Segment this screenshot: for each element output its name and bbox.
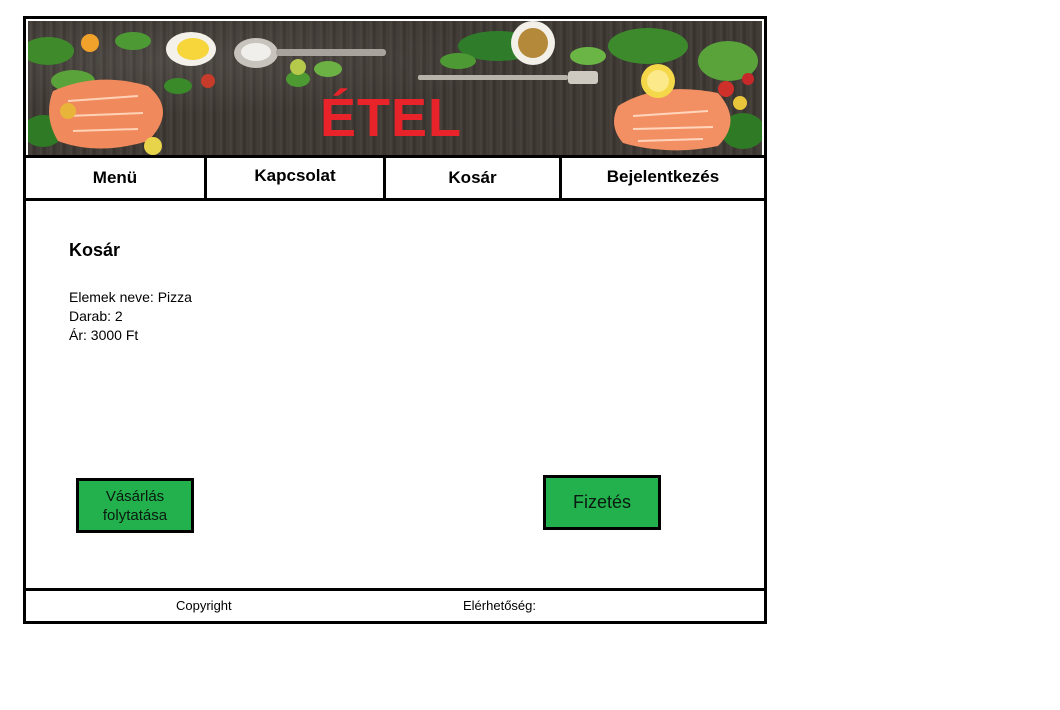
nav-item-menu[interactable]: Menü (26, 158, 207, 198)
checkout-button[interactable]: Fizetés (543, 475, 661, 530)
nav-item-login[interactable]: Bejelentkezés (562, 158, 764, 198)
continue-button-line2: folytatása (102, 506, 168, 524)
page-title: Kosár (69, 240, 121, 260)
footer-contact: Elérhetőség: (463, 598, 536, 613)
cart-item-name: Elemek neve: Pizza (69, 289, 192, 305)
banner-title: ÉTEL (320, 88, 463, 148)
continue-shopping-button[interactable]: Vásárlás folytatása (76, 478, 194, 533)
cart-item-quantity: Darab: 2 (69, 308, 123, 324)
nav-item-cart[interactable]: Kosár (386, 158, 562, 198)
cart-item-price: Ár: 3000 Ft (69, 327, 139, 343)
page-frame: ÉTEL Menü Kapcsolat Kosár Bejelentkezés … (23, 16, 767, 624)
continue-button-line1: Vásárlás (105, 487, 165, 505)
header-banner: ÉTEL (28, 21, 762, 155)
footer-copyright: Copyright (176, 598, 232, 613)
cart-content: Kosár Elemek neve: Pizza Darab: 2 Ár: 30… (26, 198, 764, 588)
main-navigation: Menü Kapcsolat Kosár Bejelentkezés (26, 155, 764, 201)
nav-item-contact[interactable]: Kapcsolat (207, 158, 386, 198)
footer: Copyright Elérhetőség: (26, 588, 764, 624)
